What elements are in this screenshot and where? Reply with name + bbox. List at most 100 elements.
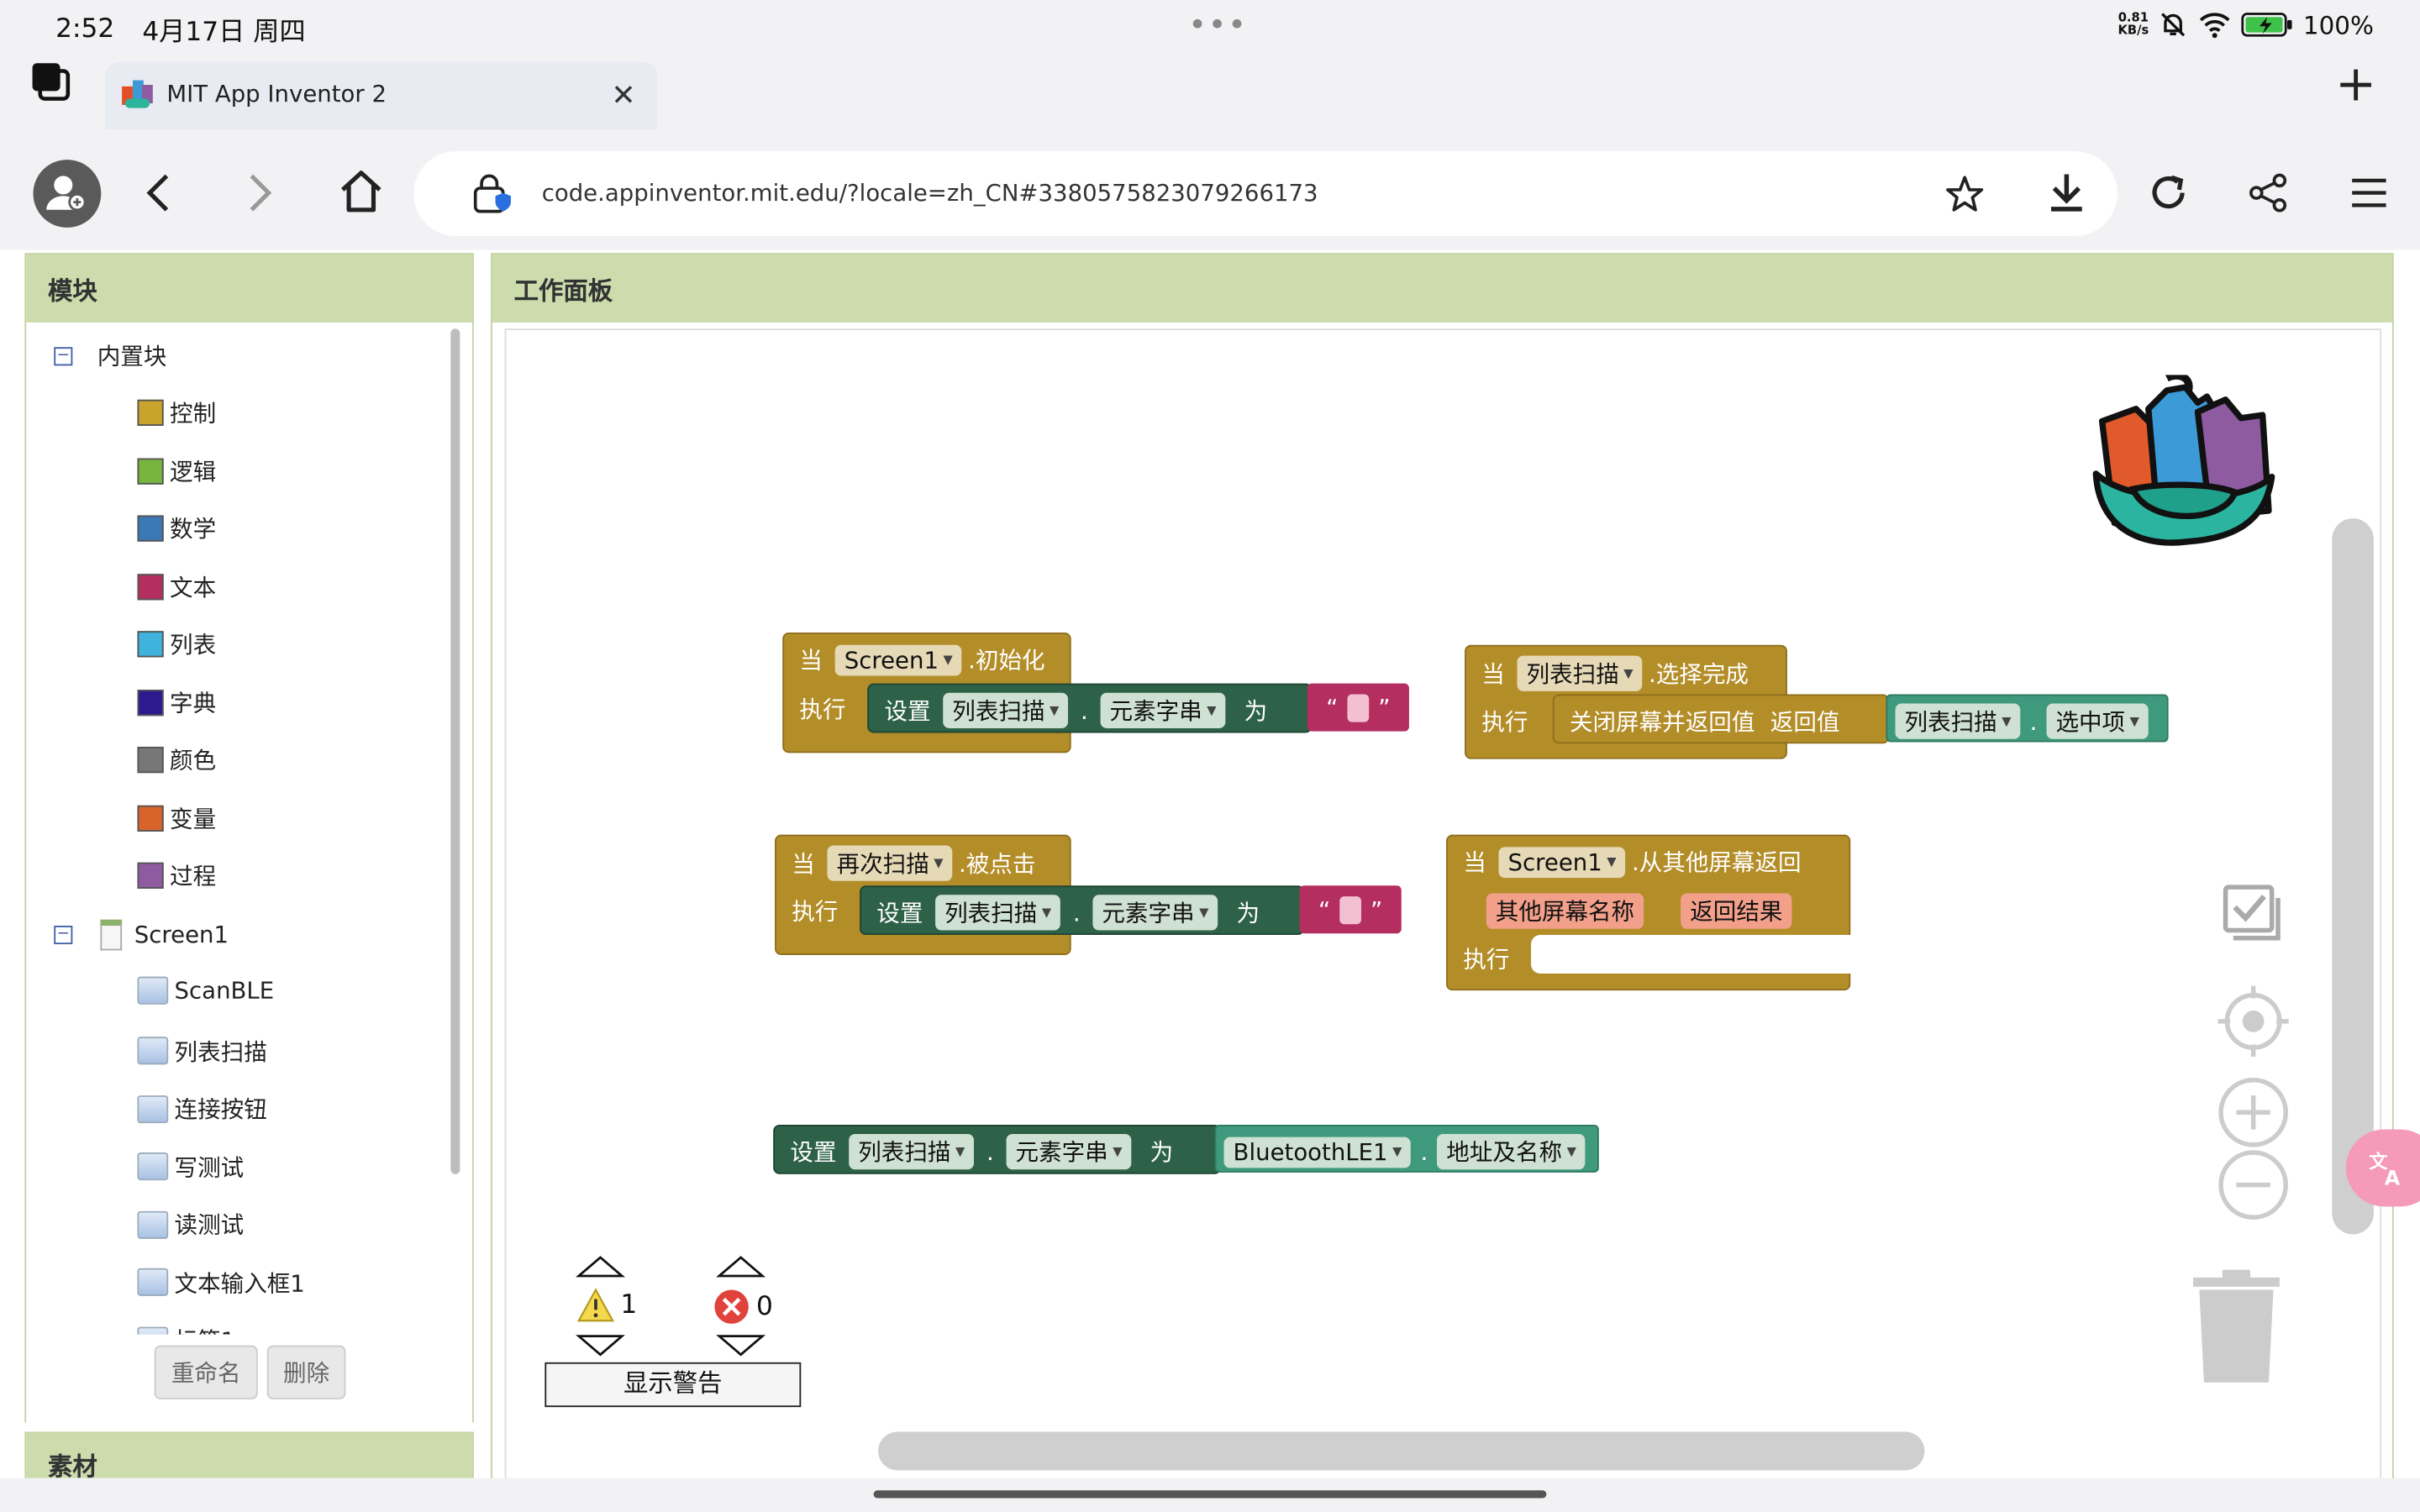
trash-icon[interactable] xyxy=(2191,1268,2281,1386)
text-field[interactable] xyxy=(1339,895,1362,924)
warning-icon xyxy=(576,1288,615,1322)
component-label: 写测试 xyxy=(174,1152,245,1182)
close-screen-with-value-block[interactable]: 关闭屏幕并返回值 返回值 xyxy=(1552,694,1890,744)
download-icon[interactable] xyxy=(2047,171,2087,214)
warnings-next-icon[interactable] xyxy=(576,1333,625,1357)
rename-button[interactable]: 重命名 xyxy=(154,1345,258,1399)
app-inventor-favicon-icon xyxy=(120,77,154,111)
bookmark-star-icon[interactable] xyxy=(1944,175,1985,215)
date: 4月17日 周四 xyxy=(142,17,306,48)
forward-icon[interactable] xyxy=(241,170,278,216)
blocks-tree-scrollbar[interactable] xyxy=(450,328,460,1174)
mute-bell-icon xyxy=(2158,9,2189,40)
component-icon xyxy=(137,1326,169,1335)
share-icon[interactable] xyxy=(2247,171,2290,214)
set-property-block[interactable]: 设置 列表扫描 ▼ . 元素字串 ▼ 为 xyxy=(773,1124,1221,1174)
workspace-horizontal-scrollbar[interactable] xyxy=(878,1431,1925,1471)
component-icon xyxy=(137,1037,169,1065)
param-result[interactable]: 返回结果 xyxy=(1681,893,1792,929)
errors-next-icon[interactable] xyxy=(716,1333,766,1357)
new-tab-icon[interactable]: + xyxy=(2335,59,2376,108)
text-field[interactable] xyxy=(1347,693,1370,722)
clock: 2:52 xyxy=(55,13,115,45)
address-bar[interactable]: code.appinventor.mit.edu/?locale=zh_CN#3… xyxy=(413,151,2118,237)
component-item[interactable]: 读测试 xyxy=(137,1208,244,1241)
battery-percent: 100% xyxy=(2302,9,2374,39)
recenter-icon[interactable] xyxy=(2217,985,2289,1058)
window-handle-dots[interactable]: ••• xyxy=(1188,6,1248,43)
property-dropdown[interactable]: 元素字串 ▼ xyxy=(1092,895,1218,931)
property-dropdown[interactable]: 选中项 ▼ xyxy=(2046,703,2149,739)
component-icon xyxy=(137,1210,169,1238)
screen-other-closed-event-block[interactable]: 当 Screen1 ▼ .从其他屏幕返回 其他屏幕名称 返回结果 执行 xyxy=(1446,834,1853,991)
workspace-vertical-scrollbar[interactable] xyxy=(2332,518,2374,1235)
menu-icon[interactable] xyxy=(2349,176,2390,209)
component-item[interactable]: 连接按钮 xyxy=(137,1092,267,1125)
tab-title: MIT App Inventor 2 xyxy=(166,80,387,108)
status-time: 2:52 4月17日 周四 xyxy=(55,9,306,48)
empty-text-block[interactable]: “” xyxy=(1299,885,1402,934)
component-dropdown[interactable]: 再次扫描 ▼ xyxy=(827,845,953,881)
component-dropdown[interactable]: 列表扫描 ▼ xyxy=(943,692,1069,728)
warnings-prev-icon[interactable] xyxy=(576,1254,625,1278)
component-label: ScanBLE xyxy=(174,976,275,1005)
component-dropdown[interactable]: 列表扫描 ▼ xyxy=(1895,703,2021,739)
errors-counter: 0 xyxy=(713,1289,773,1326)
blocks-panel: 模块 − 内置块 控制 逻辑 数学 文本 列表 字典 颜色 变量 过程 − Screen1 Sc… xyxy=(24,253,474,1423)
back-icon[interactable] xyxy=(140,170,177,216)
error-icon xyxy=(714,1289,749,1324)
component-label: 读测试 xyxy=(174,1210,245,1239)
component-dropdown[interactable]: BluetoothLE1 ▼ xyxy=(1223,1136,1412,1168)
set-property-block[interactable]: 设置 列表扫描 ▼ . 元素字串 ▼ 为 xyxy=(860,885,1305,936)
tab-close-icon[interactable]: ✕ xyxy=(611,79,635,113)
empty-text-block[interactable]: “” xyxy=(1307,683,1409,732)
home-indicator[interactable] xyxy=(873,1490,1547,1499)
svg-text:A: A xyxy=(2385,1167,2401,1189)
get-property-block[interactable]: BluetoothLE1 ▼ . 地址及名称 ▼ xyxy=(1214,1124,1599,1173)
component-item[interactable]: 写测试 xyxy=(137,1150,244,1183)
status-icons: 0.81 KB/s 100% xyxy=(2118,8,2373,41)
component-dropdown[interactable]: Screen1 ▼ xyxy=(834,643,962,675)
tab-switcher-icon[interactable] xyxy=(28,59,74,105)
net-speed: 0.81 KB/s xyxy=(2118,10,2149,38)
property-dropdown[interactable]: 地址及名称 ▼ xyxy=(1437,1134,1586,1170)
zoom-out-icon[interactable] xyxy=(2217,1149,2288,1220)
checklist-icon[interactable] xyxy=(2221,883,2282,944)
warnings-counter: 1 xyxy=(576,1288,637,1322)
workspace-title: 工作面板 xyxy=(492,255,2392,323)
component-dropdown[interactable]: 列表扫描 ▼ xyxy=(935,895,1061,931)
errors-prev-icon[interactable] xyxy=(716,1254,766,1278)
property-dropdown[interactable]: 元素字串 ▼ xyxy=(1100,692,1226,728)
browser-tab[interactable]: MIT App Inventor 2 ✕ xyxy=(104,61,658,130)
translate-float-icon[interactable]: 文A xyxy=(2345,1129,2420,1207)
component-item[interactable]: 标签1 xyxy=(137,1324,235,1335)
empty-do-slot[interactable] xyxy=(1531,935,1853,974)
profile-avatar-icon[interactable] xyxy=(33,159,103,228)
show-warnings-button[interactable]: 显示警告 xyxy=(544,1362,802,1408)
component-item[interactable]: 文本输入框1 xyxy=(137,1266,305,1299)
site-security-icon[interactable] xyxy=(469,173,512,216)
param-other-screen-name[interactable]: 其他屏幕名称 xyxy=(1486,893,1644,929)
component-item[interactable]: 列表扫描 xyxy=(137,1035,267,1068)
reload-icon[interactable] xyxy=(2147,171,2190,214)
get-property-block[interactable]: 列表扫描 ▼ . 选中项 ▼ xyxy=(1886,694,2169,743)
component-dropdown[interactable]: 列表扫描 ▼ xyxy=(1517,655,1643,691)
component-icon xyxy=(137,1268,169,1296)
component-dropdown[interactable]: 列表扫描 ▼ xyxy=(849,1134,975,1170)
component-icon xyxy=(137,1152,169,1181)
wifi-icon xyxy=(2198,11,2232,39)
delete-button[interactable]: 删除 xyxy=(266,1345,346,1399)
battery-icon xyxy=(2241,11,2293,39)
backpack-icon[interactable] xyxy=(2086,375,2281,554)
component-dropdown[interactable]: Screen1 ▼ xyxy=(1498,846,1626,878)
set-property-block[interactable]: 设置 列表扫描 ▼ . 元素字串 ▼ 为 xyxy=(867,683,1313,733)
url-text[interactable]: code.appinventor.mit.edu/?locale=zh_CN#3… xyxy=(542,179,1318,207)
component-icon xyxy=(137,976,169,1005)
home-icon[interactable] xyxy=(336,166,386,216)
component-item[interactable]: ScanBLE xyxy=(137,976,275,1005)
zoom-in-icon[interactable] xyxy=(2217,1077,2288,1147)
component-label: 标签1 xyxy=(175,1324,236,1335)
component-label: 文本输入框1 xyxy=(174,1268,305,1297)
component-label: 列表扫描 xyxy=(174,1037,267,1066)
property-dropdown[interactable]: 元素字串 ▼ xyxy=(1006,1134,1132,1170)
